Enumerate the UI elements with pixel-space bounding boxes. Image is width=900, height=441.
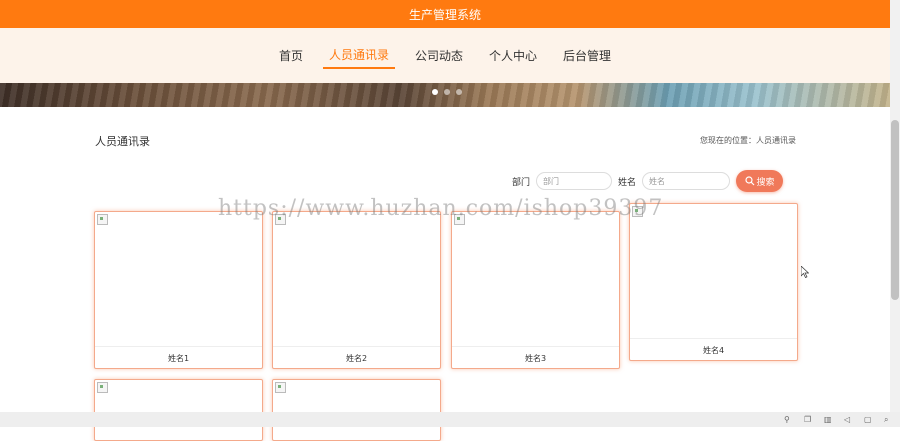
nav-item-news[interactable]: 公司动态	[409, 43, 469, 68]
broken-image-icon	[275, 214, 286, 225]
trash-icon[interactable]: ▥	[824, 415, 832, 424]
person-photo[interactable]	[95, 380, 262, 440]
person-name[interactable]: 姓名3	[452, 348, 619, 368]
search-button[interactable]: 搜索	[736, 170, 784, 192]
copy-icon[interactable]: ❐	[804, 415, 812, 424]
pin-icon[interactable]: ⚲	[784, 415, 792, 424]
app-title: 生产管理系统	[408, 7, 481, 22]
scrollbar-thumb[interactable]	[891, 120, 899, 300]
carousel-dot[interactable]	[432, 89, 438, 95]
search-icon[interactable]: ⌕	[884, 415, 892, 424]
breadcrumb: 您现在的位置：人员通讯录	[700, 136, 796, 145]
person-card[interactable]	[272, 379, 441, 441]
window-icon[interactable]: ▢	[864, 415, 872, 424]
person-photo[interactable]	[630, 204, 797, 339]
nav-item-home[interactable]: 首页	[273, 43, 309, 68]
carousel-dot[interactable]	[444, 89, 450, 95]
person-photo[interactable]	[95, 212, 262, 347]
system-taskbar: ⚲ ❐ ▥ ◁ ▢ ⌕	[0, 412, 900, 427]
person-photo[interactable]	[273, 212, 440, 347]
person-name[interactable]: 姓名4	[630, 340, 797, 360]
person-card[interactable]: 姓名2	[272, 211, 441, 369]
vertical-scrollbar[interactable]	[890, 0, 900, 412]
name-input[interactable]: 姓名	[642, 172, 731, 190]
broken-image-icon	[97, 382, 108, 393]
broken-image-icon	[275, 382, 286, 393]
broken-image-icon	[632, 206, 643, 217]
nav-item-admin[interactable]: 后台管理	[557, 43, 617, 68]
search-bar: 部门 部门 姓名 姓名 搜索	[512, 170, 784, 192]
broken-image-icon	[454, 214, 465, 225]
person-name[interactable]: 姓名1	[95, 348, 262, 368]
search-button-label: 搜索	[756, 177, 775, 188]
person-photo[interactable]	[273, 380, 440, 440]
main-nav: 首页 人员通讯录 公司动态 个人中心 后台管理	[0, 28, 890, 83]
person-card[interactable]: 姓名1	[94, 211, 263, 369]
nav-item-directory[interactable]: 人员通讯录	[322, 42, 395, 69]
carousel-dots	[432, 89, 462, 95]
dept-placeholder: 部门	[543, 176, 560, 186]
page-title: 人员通讯录	[95, 135, 150, 148]
app-header: 生产管理系统	[0, 0, 890, 28]
dept-input[interactable]: 部门	[536, 172, 613, 190]
person-photo[interactable]	[452, 212, 619, 347]
name-placeholder: 姓名	[649, 176, 666, 186]
broken-image-icon	[97, 214, 108, 225]
person-card[interactable]: 姓名4	[629, 203, 798, 361]
name-label: 姓名	[618, 177, 637, 188]
volume-icon[interactable]: ◁	[844, 415, 852, 424]
mouse-cursor-icon	[801, 266, 809, 278]
person-name[interactable]: 姓名2	[273, 348, 440, 368]
search-icon	[744, 176, 754, 186]
dept-label: 部门	[512, 177, 531, 188]
banner-image	[0, 83, 890, 107]
person-card[interactable]: 姓名3	[451, 211, 620, 369]
nav-item-profile[interactable]: 个人中心	[483, 43, 543, 68]
carousel-dot[interactable]	[456, 89, 462, 95]
person-card[interactable]	[94, 379, 263, 441]
